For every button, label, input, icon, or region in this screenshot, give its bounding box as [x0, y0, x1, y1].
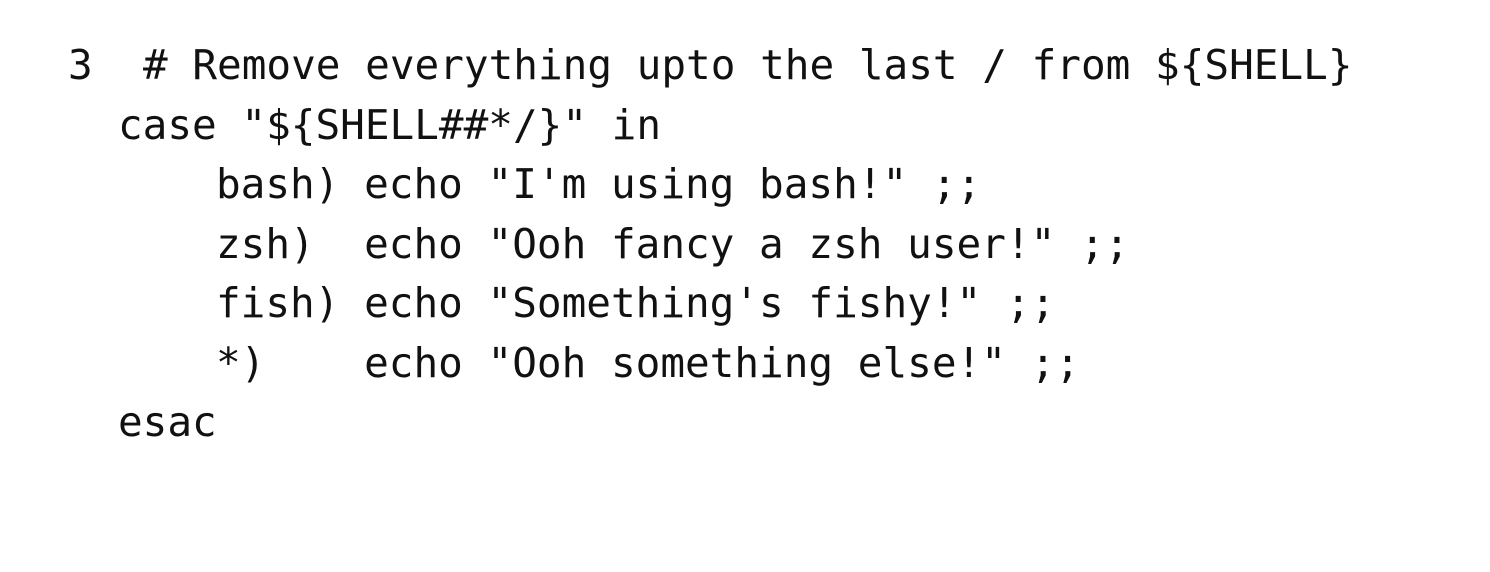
esac-text: esac: [118, 398, 217, 446]
default-branch-text: *) echo "Ooh something else!" ;;: [216, 338, 1080, 387]
code-line-default-branch: *) echo "Ooh something else!" ;;: [0, 334, 1490, 394]
code-line-comment: 3 # Remove everything upto the last / fr…: [0, 36, 1490, 96]
bash-branch-text: bash) echo "I'm using bash!" ;;: [216, 160, 982, 208]
case-statement-text: case "${SHELL##*/}" in: [118, 100, 662, 149]
code-line-fish-branch: fish) echo "Something's fishy!" ;;: [0, 274, 1490, 334]
code-line-zsh-branch: zsh) echo "Ooh fancy a zsh user!" ;;: [0, 215, 1490, 275]
code-line-case: case "${SHELL##*/}" in: [0, 96, 1490, 156]
fish-branch-text: fish) echo "Something's fishy!" ;;: [216, 279, 1056, 327]
line-number: 3: [68, 41, 93, 89]
zsh-branch-text: zsh) echo "Ooh fancy a zsh user!" ;;: [216, 219, 1130, 268]
code-comment-text: # Remove everything upto the last / from…: [143, 41, 1353, 89]
code-line-esac: esac: [0, 393, 1490, 453]
code-view: 3 # Remove everything upto the last / fr…: [0, 0, 1490, 550]
code-line-bash-branch: bash) echo "I'm using bash!" ;;: [0, 155, 1490, 215]
